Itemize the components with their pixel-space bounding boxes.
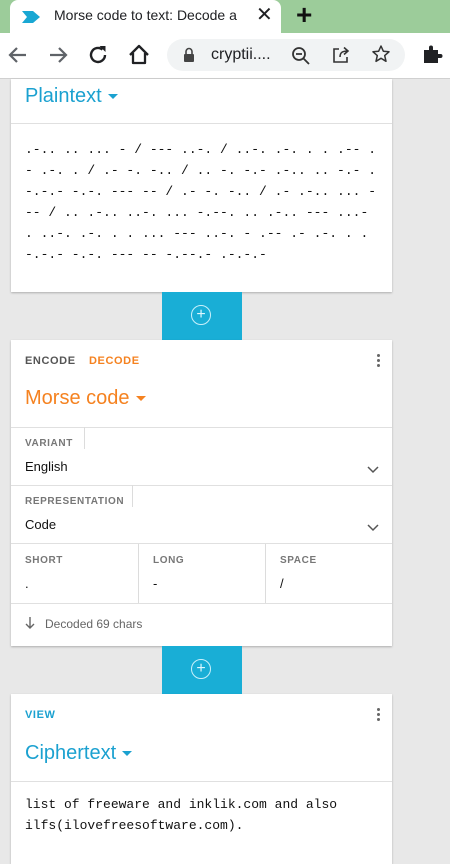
dropdown-caret-icon	[107, 94, 118, 100]
card-divider	[11, 603, 392, 604]
ciphertext-output[interactable]: list of freeware and inklik.com and also…	[25, 794, 380, 844]
long-field[interactable]: LONG -	[139, 544, 265, 603]
chevron-down-icon	[367, 461, 379, 479]
add-brick-plus-icon[interactable]: +	[191, 659, 211, 679]
card-divider	[11, 123, 392, 124]
tab-encode[interactable]: ENCODE	[25, 355, 76, 367]
representation-label: REPRESENTATION	[25, 496, 125, 507]
browser-toolbar: cryptii....	[0, 33, 450, 79]
reload-icon[interactable]	[86, 41, 110, 74]
back-icon[interactable]	[6, 41, 30, 74]
ciphertext-format-selector[interactable]: Ciphertext	[25, 742, 133, 765]
share-icon[interactable]	[331, 45, 351, 70]
plaintext-title: Plaintext	[25, 85, 102, 107]
long-value: -	[153, 576, 158, 591]
representation-select[interactable]: REPRESENTATION Code	[11, 485, 392, 543]
chevron-down-icon	[367, 519, 379, 537]
variant-label: VARIANT	[25, 438, 73, 449]
cryptii-page: Plaintext .-.. .. ... - / --- ..-. / ..-…	[0, 79, 450, 864]
space-value: /	[280, 576, 284, 591]
bookmark-star-icon[interactable]	[371, 44, 391, 69]
dropdown-caret-icon	[135, 396, 146, 402]
browser-tab-strip: Morse code to text: Decode a ✕ +	[0, 0, 450, 33]
ciphertext-card: VIEW Ciphertext list of freeware and ink…	[11, 694, 392, 864]
short-value: .	[25, 576, 29, 591]
more-options-icon[interactable]	[377, 708, 381, 723]
encoder-selector[interactable]: Morse code	[25, 387, 146, 410]
short-field[interactable]: SHORT .	[11, 544, 138, 603]
label-separator	[84, 427, 85, 449]
tab-title: Morse code to text: Decode a	[54, 7, 237, 23]
extensions-puzzle-icon[interactable]	[421, 43, 443, 72]
plaintext-format-selector[interactable]: Plaintext	[25, 85, 118, 108]
tab-decode[interactable]: DECODE	[89, 355, 140, 367]
view-label[interactable]: VIEW	[25, 709, 56, 721]
ciphertext-title: Ciphertext	[25, 742, 117, 764]
zoom-out-icon[interactable]	[291, 46, 311, 71]
arrow-down-icon	[25, 616, 35, 635]
card-divider	[11, 781, 392, 782]
space-field[interactable]: SPACE /	[266, 544, 392, 603]
representation-value: Code	[25, 517, 57, 532]
label-separator	[132, 485, 133, 507]
close-tab-icon[interactable]: ✕	[256, 3, 273, 27]
url-text[interactable]: cryptii....	[211, 46, 271, 64]
add-brick-strip: +	[162, 292, 242, 340]
address-bar[interactable]: cryptii....	[167, 39, 405, 71]
variant-select[interactable]: VARIANT English	[11, 427, 392, 485]
home-icon[interactable]	[126, 41, 152, 74]
plaintext-card: Plaintext .-.. .. ... - / --- ..-. / ..-…	[11, 79, 392, 292]
morse-code-card: ENCODE DECODE Morse code VARIANT English…	[11, 340, 392, 646]
forward-icon[interactable]	[46, 41, 70, 74]
plaintext-textarea[interactable]: .-.. .. ... - / --- ..-. / ..-. .-. . . …	[25, 139, 380, 279]
more-options-icon[interactable]	[377, 354, 381, 369]
new-tab-button[interactable]: +	[296, 0, 312, 30]
short-label: SHORT	[25, 555, 63, 566]
add-brick-strip: +	[162, 646, 242, 694]
browser-tab[interactable]: Morse code to text: Decode a ✕	[10, 0, 281, 33]
cryptii-favicon-icon	[22, 10, 40, 28]
variant-value: English	[25, 459, 68, 474]
add-brick-plus-icon[interactable]: +	[191, 305, 211, 325]
lock-icon[interactable]	[183, 47, 195, 68]
morse-code-title: Morse code	[25, 387, 130, 409]
space-label: SPACE	[280, 555, 317, 566]
dropdown-caret-icon	[122, 751, 133, 757]
long-label: LONG	[153, 555, 185, 566]
decoded-status: Decoded 69 chars	[45, 617, 143, 631]
